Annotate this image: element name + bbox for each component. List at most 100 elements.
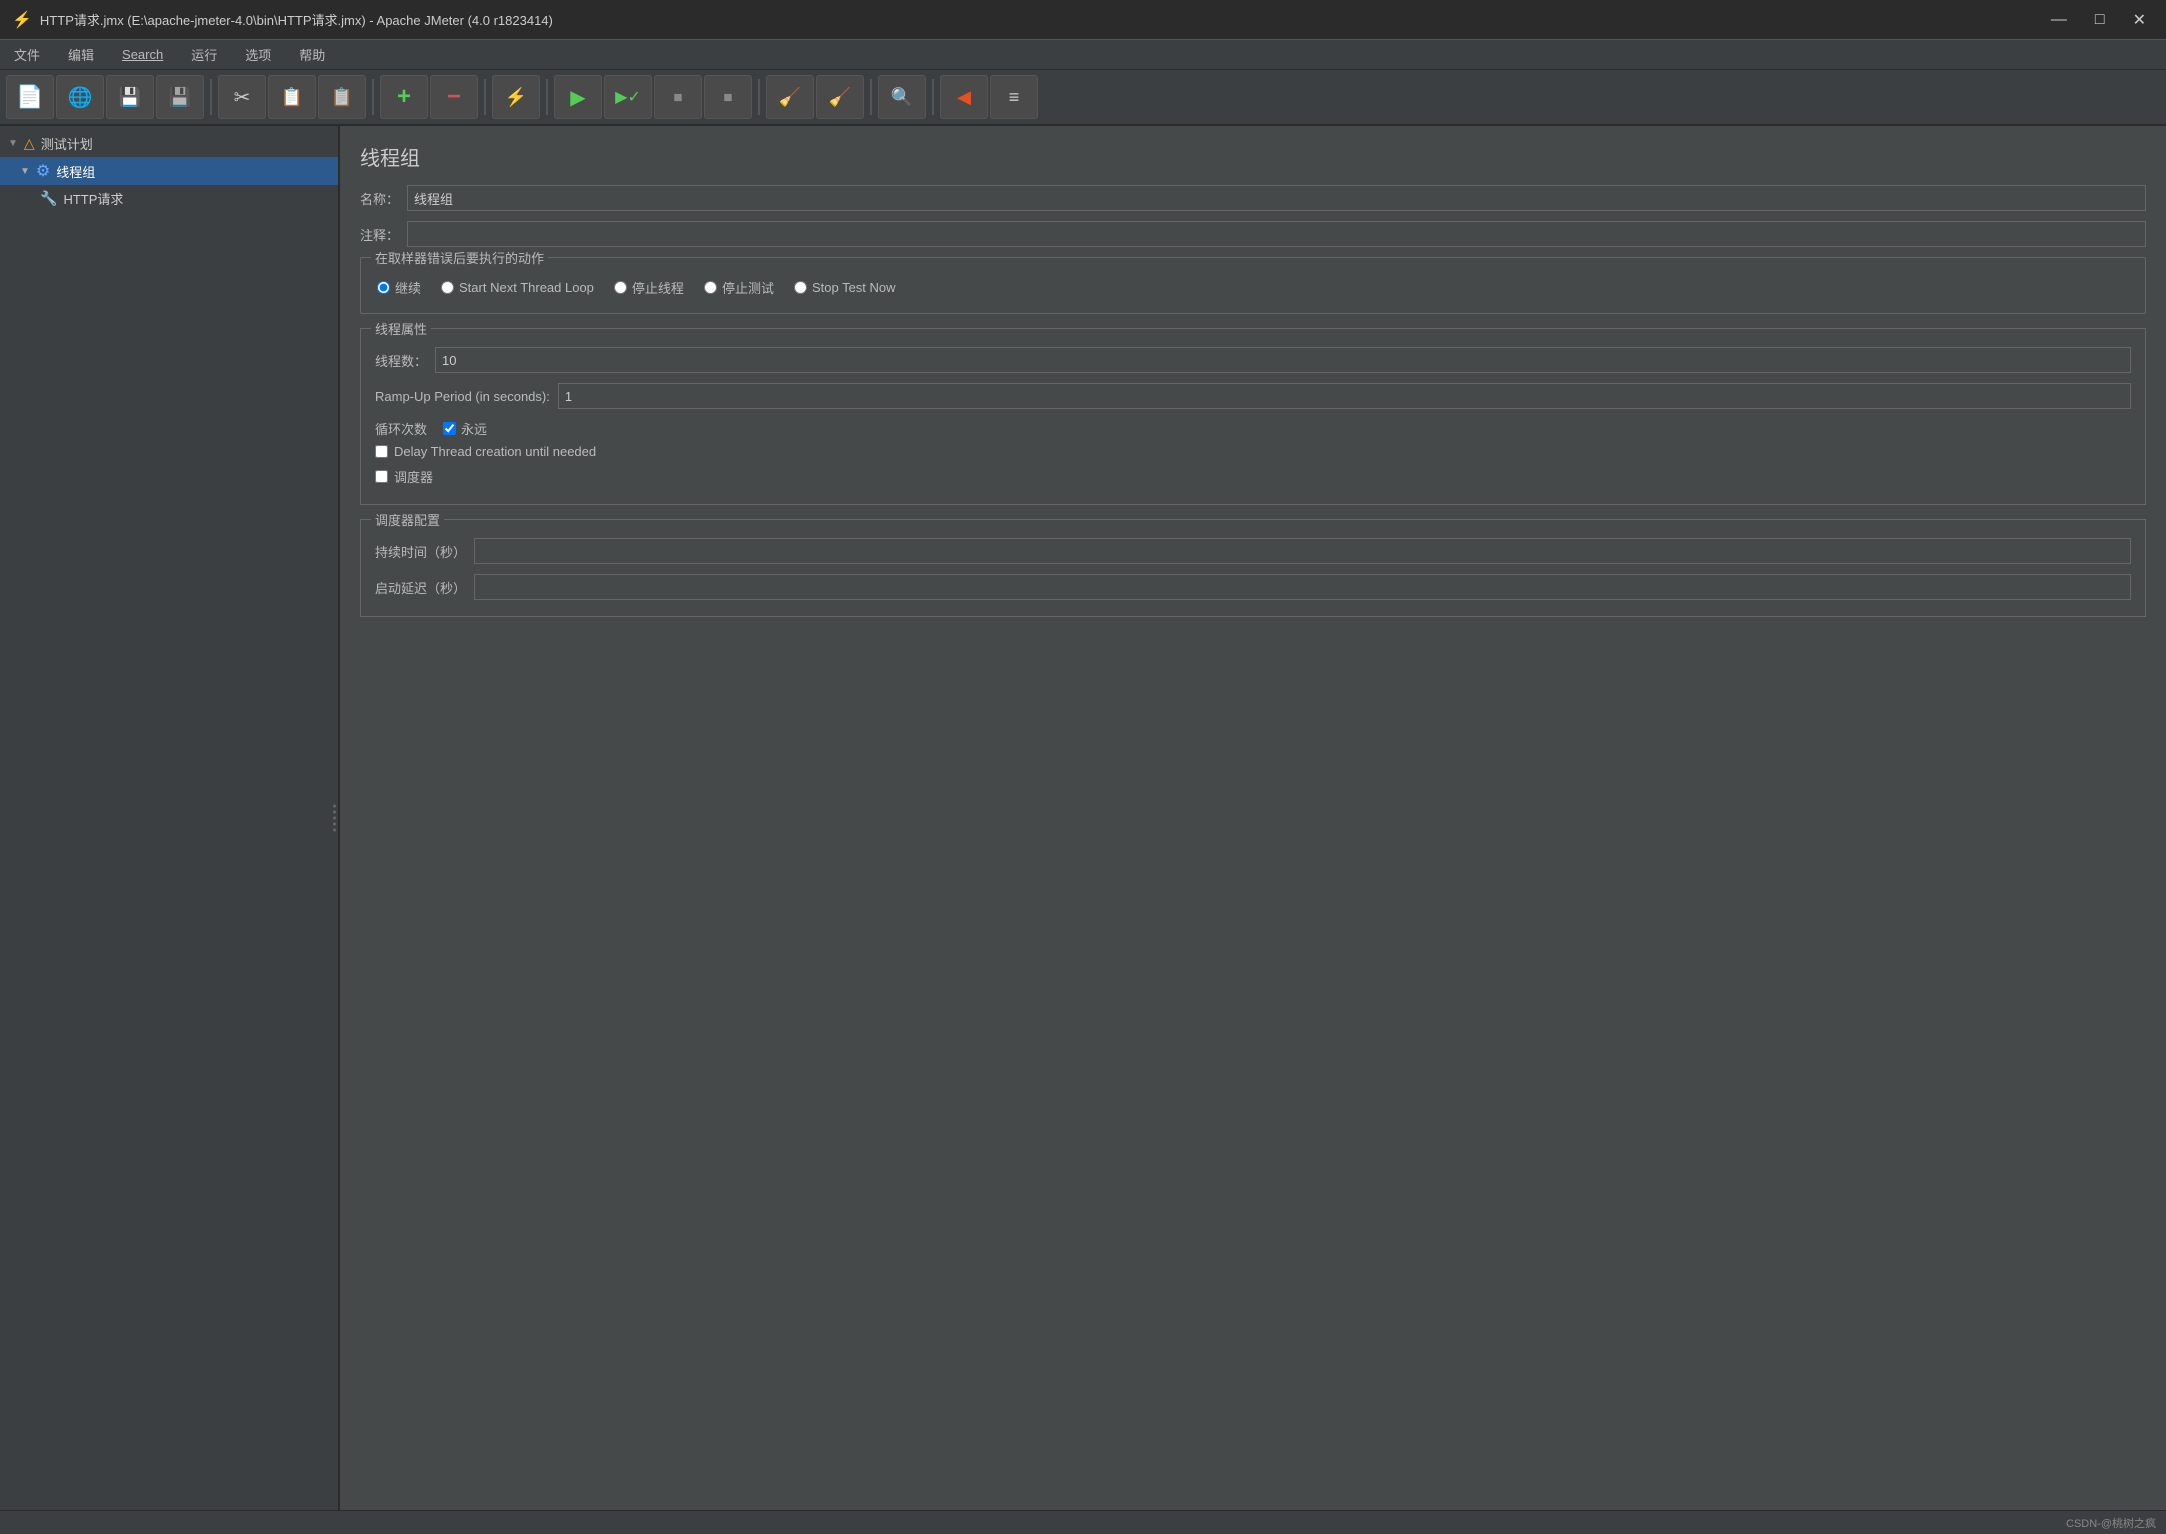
radio-continue-input[interactable] (377, 281, 390, 294)
tree-label-thread-group: 线程组 (56, 162, 95, 181)
menu-help[interactable]: 帮助 (293, 43, 331, 66)
stop-force-button[interactable]: ⏹ (704, 75, 752, 119)
radio-stop-now[interactable]: Stop Test Now (794, 280, 896, 295)
delay-thread-checkbox[interactable] (375, 445, 388, 458)
sidebar-item-test-plan[interactable]: ▼ △ 测试计划 (0, 130, 338, 157)
list-icon: ≡ (1009, 87, 1020, 108)
tree-icon-http-request: 🔧 (40, 190, 57, 207)
scheduler-row: 调度器 (375, 467, 2131, 486)
menu-search[interactable]: Search (116, 45, 169, 64)
sidebar-item-thread-group[interactable]: ▼ ⚙ 线程组 (0, 157, 338, 185)
window-title: HTTP请求.jmx (E:\apache-jmeter-4.0\bin\HTT… (40, 10, 553, 29)
duration-label: 持续时间（秒） (375, 542, 466, 561)
comment-input[interactable] (407, 221, 2146, 247)
app-icon: ⚡ (12, 10, 32, 30)
title-bar-left: ⚡ HTTP请求.jmx (E:\apache-jmeter-4.0\bin\H… (12, 10, 553, 30)
radio-continue[interactable]: 继续 (377, 278, 421, 297)
tree-arrow-thread-group: ▼ (20, 166, 30, 177)
new-button[interactable]: 📄 (6, 75, 54, 119)
comment-row: 注释： (360, 221, 2146, 247)
sidebar: ▼ △ 测试计划 ▼ ⚙ 线程组 🔧 HTTP请求 (0, 126, 340, 1510)
name-label: 名称： (360, 189, 399, 208)
name-row: 名称： (360, 185, 2146, 211)
add-button[interactable]: + (380, 75, 428, 119)
run-check-button[interactable]: ▶✓ (604, 75, 652, 119)
tree-icon-test-plan: △ (24, 135, 35, 152)
title-bar: ⚡ HTTP请求.jmx (E:\apache-jmeter-4.0\bin\H… (0, 0, 2166, 40)
radio-stop-test-input[interactable] (704, 281, 717, 294)
clear-results-button[interactable]: 🧹 (816, 75, 864, 119)
stop-icon: ⏹ (674, 87, 683, 108)
list-button[interactable]: ≡ (990, 75, 1038, 119)
tree-icon-thread-group: ⚙ (36, 161, 50, 181)
sidebar-item-http-request[interactable]: 🔧 HTTP请求 (0, 185, 338, 212)
delay-thread-label: Delay Thread creation until needed (394, 444, 596, 459)
clear-all-icon: 🧹 (779, 87, 801, 108)
paste-button[interactable]: 📋 (318, 75, 366, 119)
menu-file[interactable]: 文件 (8, 43, 46, 66)
clear-icon: ⚡ (505, 87, 527, 108)
toolbar-separator-2 (372, 79, 374, 115)
ramp-up-input[interactable] (558, 383, 2131, 409)
stop-button[interactable]: ⏹ (654, 75, 702, 119)
duration-input[interactable] (474, 538, 2131, 564)
clear-all-button[interactable]: 🧹 (766, 75, 814, 119)
minimize-button[interactable]: — (2043, 9, 2075, 31)
save-button[interactable]: 💾 (156, 75, 204, 119)
cut-icon: ✂ (234, 85, 251, 110)
tree-arrow-test-plan: ▼ (8, 138, 18, 149)
content-area: 线程组 名称： 注释： 在取样器错误后要执行的动作 继续 Start Next … (340, 126, 2166, 1510)
radio-start-next-input[interactable] (441, 281, 454, 294)
forever-checkbox[interactable] (443, 422, 456, 435)
radio-stop-thread-label: 停止线程 (632, 278, 684, 297)
remove-button[interactable]: − (430, 75, 478, 119)
cut-button[interactable]: ✂ (218, 75, 266, 119)
toolbar: 📄 🌐 💾 💾 ✂ 📋 📋 + − ⚡ ▶ ▶✓ ⏹ ⏹ 🧹 (0, 70, 2166, 126)
error-action-title: 在取样器错误后要执行的动作 (371, 248, 548, 267)
tree-label-http-request: HTTP请求 (63, 189, 123, 208)
toolbar-separator-4 (546, 79, 548, 115)
ramp-up-label: Ramp-Up Period (in seconds): (375, 389, 550, 404)
open-button[interactable]: 🌐 (56, 75, 104, 119)
radio-stop-thread[interactable]: 停止线程 (614, 278, 684, 297)
new-icon: 📄 (16, 84, 43, 110)
copy-button[interactable]: 📋 (268, 75, 316, 119)
radio-stop-now-input[interactable] (794, 281, 807, 294)
menu-options[interactable]: 选项 (239, 43, 277, 66)
collapse-button[interactable]: ◀ (940, 75, 988, 119)
start-delay-label: 启动延迟（秒） (375, 578, 466, 597)
maximize-button[interactable]: □ (2087, 9, 2113, 31)
scheduler-config-group: 调度器配置 持续时间（秒） 启动延迟（秒） (360, 519, 2146, 617)
toolbar-separator-6 (870, 79, 872, 115)
toolbar-separator-1 (210, 79, 212, 115)
thread-count-input[interactable] (435, 347, 2131, 373)
forever-checkbox-label[interactable]: 永远 (443, 419, 487, 438)
menu-run[interactable]: 运行 (185, 43, 223, 66)
error-action-group: 在取样器错误后要执行的动作 继续 Start Next Thread Loop … (360, 257, 2146, 314)
loop-count-row: 循环次数 永远 (375, 419, 2131, 438)
close-button[interactable]: ✕ (2125, 8, 2154, 32)
save-as-button[interactable]: 💾 (106, 75, 154, 119)
add-icon: + (397, 85, 411, 109)
radio-stop-test[interactable]: 停止测试 (704, 278, 774, 297)
search-button[interactable]: 🔍 (878, 75, 926, 119)
scheduler-checkbox[interactable] (375, 470, 388, 483)
save-icon: 💾 (169, 87, 191, 108)
sidebar-resize-handle[interactable] (332, 126, 338, 1510)
radio-start-next[interactable]: Start Next Thread Loop (441, 280, 594, 295)
duration-row: 持续时间（秒） (375, 538, 2131, 564)
start-delay-input[interactable] (474, 574, 2131, 600)
title-controls: — □ ✕ (2043, 8, 2154, 32)
menu-edit[interactable]: 编辑 (62, 43, 100, 66)
name-input[interactable] (407, 185, 2146, 211)
scheduler-label: 调度器 (394, 467, 433, 486)
clear-button[interactable]: ⚡ (492, 75, 540, 119)
resize-dots (331, 801, 338, 836)
run-button[interactable]: ▶ (554, 75, 602, 119)
main-layout: ▼ △ 测试计划 ▼ ⚙ 线程组 🔧 HTTP请求 线 (0, 126, 2166, 1510)
run-check-icon: ▶✓ (615, 87, 641, 107)
page-title: 线程组 (360, 142, 2146, 171)
radio-stop-thread-input[interactable] (614, 281, 627, 294)
search-icon: 🔍 (891, 87, 913, 108)
toolbar-separator-3 (484, 79, 486, 115)
